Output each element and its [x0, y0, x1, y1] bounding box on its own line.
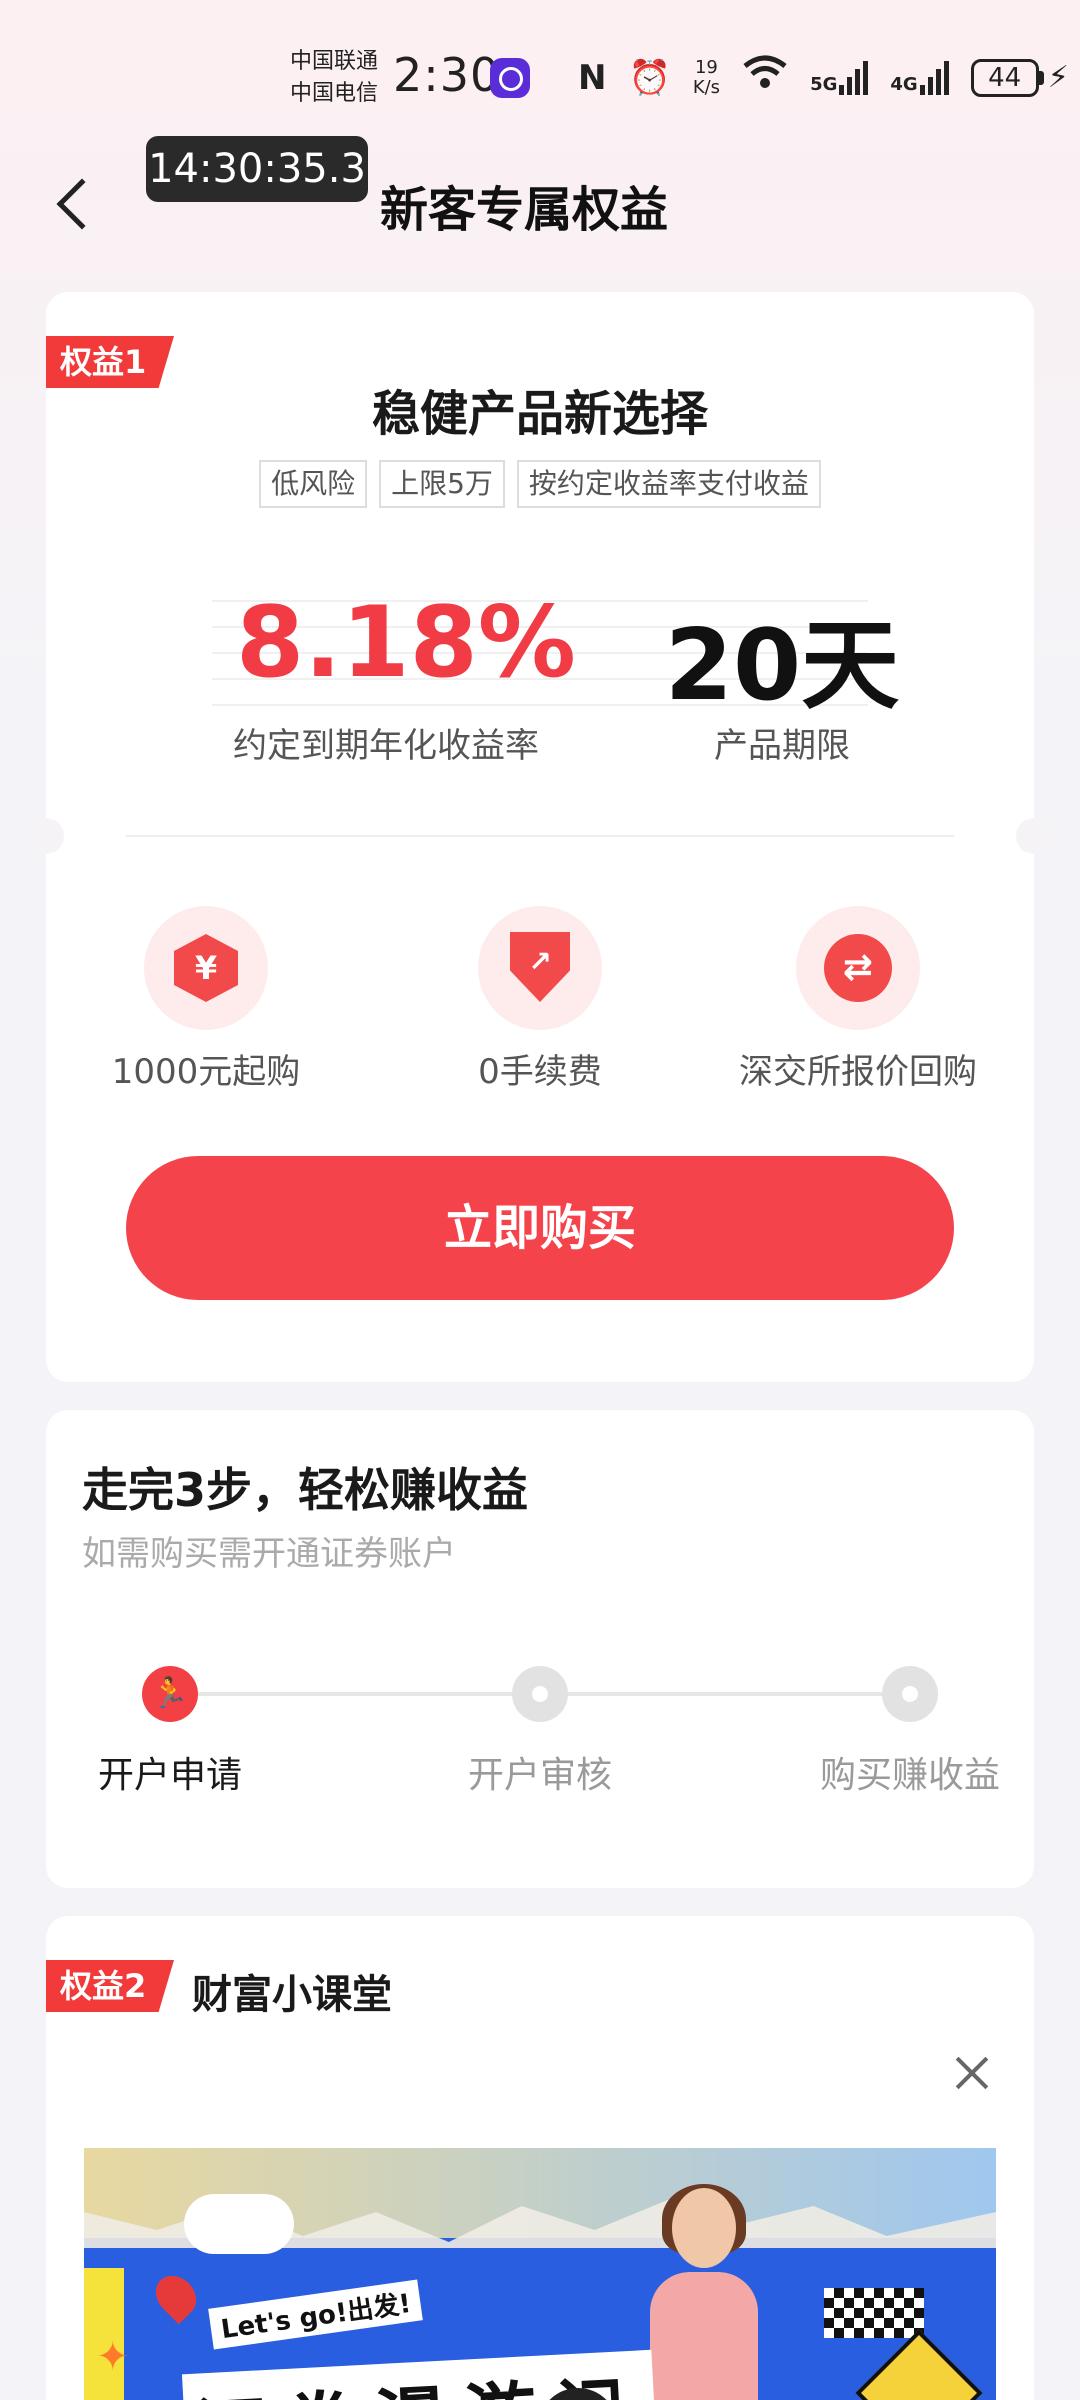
feature-label: 1000元起购 [111, 1052, 301, 1092]
time-overlay-badge: 14:30:35.3 [146, 136, 368, 202]
carrier-2: 中国电信 [290, 81, 379, 106]
chevron-left-icon [56, 178, 108, 230]
location-pin-icon [147, 2267, 205, 2325]
step-label-earn: 购买赚收益 [819, 1755, 1000, 1796]
signal-bars-icon [839, 60, 869, 95]
dashed-divider [126, 835, 954, 837]
signal-4g: 4G [890, 60, 949, 95]
road-sign-icon [855, 2329, 983, 2400]
cloud-decoration [184, 2194, 294, 2254]
steps-card: 走完3步，轻松赚收益 如需购买需开通证券账户 🏃 开户申请 开户审核 购买赚收益 [46, 1410, 1034, 1888]
nfc-icon: N [578, 57, 607, 98]
chip-low-risk: 低风险 [259, 460, 368, 508]
status-time: 2:30 [393, 48, 501, 102]
chip-limit: 上限5万 [379, 460, 505, 508]
star-icon: ✦ [96, 2334, 130, 2380]
classroom-banner[interactable]: Let's go!出发! ✦ 证券漫游记 [84, 2148, 996, 2400]
back-button[interactable] [40, 168, 108, 238]
charging-icon: ⚡ [1047, 60, 1069, 95]
product-chips: 低风险 上限5万 按约定收益率支付收益 [46, 460, 1034, 508]
carrier-1: 中国联通 [290, 49, 379, 74]
battery-icon: 44 ⚡ [970, 58, 1069, 97]
term-value: 20天 [664, 609, 900, 723]
banner-badge: Let's go!出发! [208, 2279, 424, 2350]
steps-subtitle: 如需购买需开通证券账户 [82, 1534, 456, 1574]
speed-unit: K/s [692, 76, 721, 98]
feature-repo: ⇄ 深交所报价回购 [698, 906, 1018, 1093]
signal-bars-icon [919, 60, 949, 95]
term-label: 产品期限 [714, 726, 850, 766]
annual-rate-label: 约定到期年化收益率 [233, 726, 539, 766]
carrier-names: 中国联通 中国电信 [290, 46, 378, 110]
step-label-review: 开户审核 [467, 1755, 612, 1796]
buy-now-button[interactable]: 立即购买 [126, 1156, 954, 1300]
battery-level: 44 [970, 58, 1039, 97]
benefit2-tag: 权益2 [46, 1960, 174, 2012]
shield-trend-icon: ↗ [510, 932, 570, 1002]
checkered-flag-icon [824, 2288, 924, 2338]
feature-label: 0手续费 [478, 1052, 602, 1092]
benefit2-card: 权益2 财富小课堂 Let's go!出发! ✦ 证券漫游记 [46, 1916, 1034, 2400]
ticket-notch-right [1016, 818, 1052, 854]
benefit1-card: 权益1 稳健产品新选择 低风险 上限5万 按约定收益率支付收益 8.18% 20… [28, 292, 1052, 1382]
network-speed: 19 K/s [692, 56, 721, 98]
net-5g-label: 5G [810, 73, 838, 95]
feature-min-purchase: ¥ 1000元起购 [46, 906, 366, 1093]
host-illustration [644, 2184, 764, 2400]
close-icon[interactable] [948, 2048, 998, 2098]
steps-title: 走完3步，轻松赚收益 [82, 1463, 529, 1517]
step-dot-icon [512, 1666, 568, 1722]
product-title: 稳健产品新选择 [371, 386, 708, 442]
wifi-icon [742, 54, 788, 101]
speed-value: 19 [694, 56, 718, 78]
step-dot-icon [882, 1666, 938, 1722]
feature-no-fee: ↗ 0手续费 [380, 906, 700, 1093]
classroom-title: 财富小课堂 [192, 1972, 392, 2018]
ticket-notch-left [28, 818, 64, 854]
step-runner-icon: 🏃 [142, 1666, 198, 1722]
status-bar: 中国联通 中国电信 2:30 N ⏰ 19 K/s 5G 4G 44 ⚡ [0, 40, 1080, 120]
feature-label: 深交所报价回购 [739, 1052, 977, 1092]
yen-icon: ¥ [174, 934, 238, 1002]
net-4g-label: 4G [890, 73, 918, 95]
annual-rate-value: 8.18% [236, 586, 576, 700]
alarm-icon: ⏰ [628, 57, 671, 98]
signal-5g: 5G [810, 60, 869, 95]
clock-app-icon [490, 58, 530, 98]
page-title: 新客专属权益 [380, 182, 669, 238]
chip-payment: 按约定收益率支付收益 [516, 460, 821, 508]
cycle-icon: ⇄ [824, 934, 892, 1002]
step-label-apply: 开户申请 [97, 1755, 242, 1796]
